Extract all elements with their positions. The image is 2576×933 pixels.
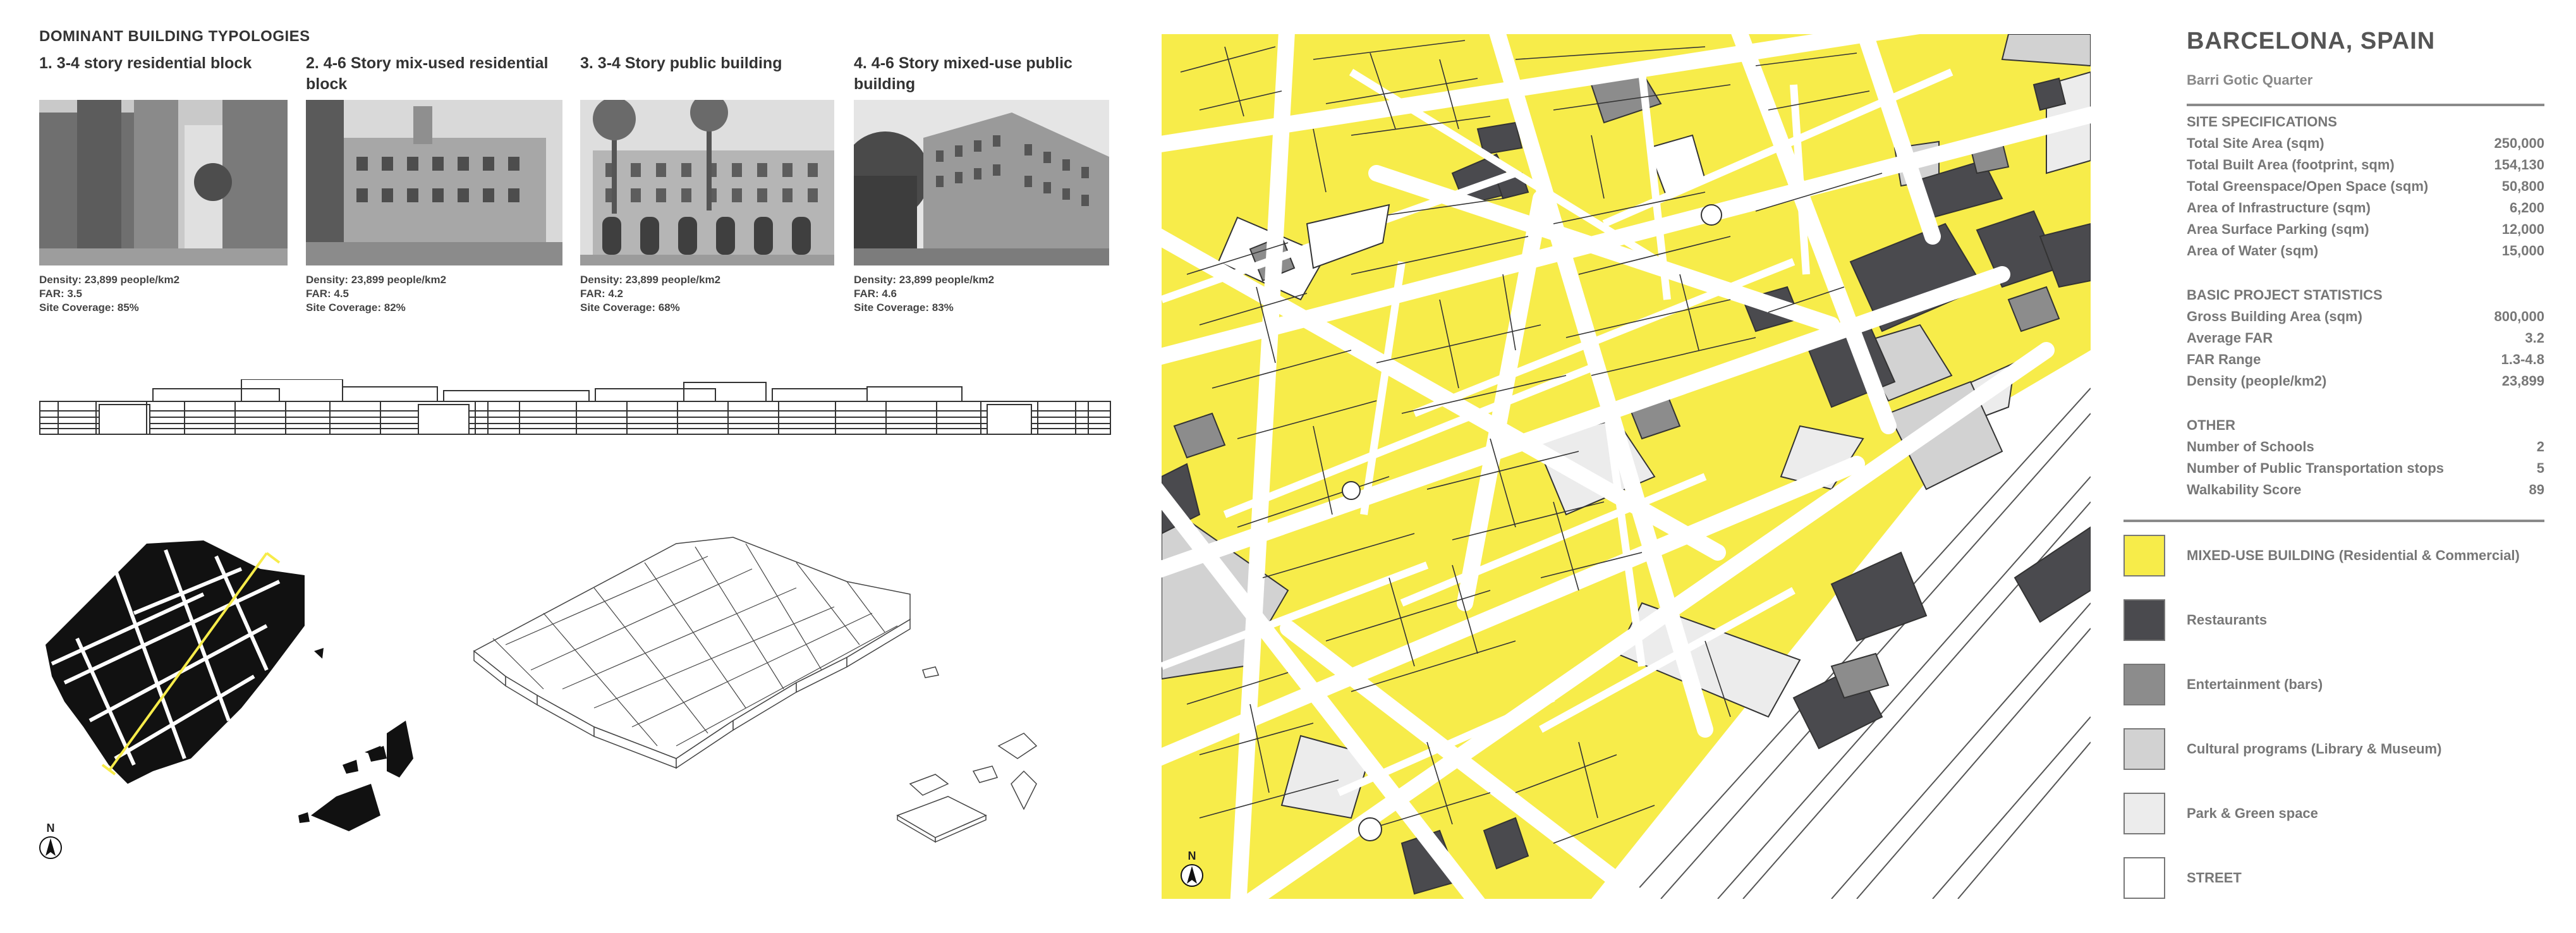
typology-1-stats: Density: 23,899 people/km2 FAR: 3.5 Site… [39, 273, 179, 315]
spec-label: Total Site Area (sqm) [2187, 135, 2324, 151]
other-row: Number of Public Transportation stops 5 [2187, 460, 2544, 482]
north-label-left: N [46, 822, 55, 834]
stat-value: 1.3-4.8 [2501, 351, 2545, 367]
legend-swatch-park [2123, 793, 2165, 834]
spec-row: Total Greenspace/Open Space (sqm) 50,800 [2187, 178, 2544, 200]
spec-label: Total Built Area (footprint, sqm) [2187, 157, 2395, 173]
typology-2-density: Density: 23,899 people/km2 [306, 274, 447, 286]
typology-2-photo [306, 100, 562, 265]
typology-3-stats: Density: 23,899 people/km2 FAR: 4.2 Site… [580, 273, 720, 315]
stat-label: Density (people/km2) [2187, 373, 2327, 389]
figure-ground-map [46, 540, 413, 831]
typology-4-stats: Density: 23,899 people/km2 FAR: 4.6 Site… [854, 273, 994, 315]
typology-4-title-line2: building [854, 75, 916, 93]
street-elevation-drawing [39, 379, 1111, 435]
other-heading: OTHER [2187, 417, 2235, 433]
stat-row: Density (people/km2) 23,899 [2187, 373, 2544, 394]
typology-2-coverage: Site Coverage: 82% [306, 302, 406, 314]
stat-row: Average FAR 3.2 [2187, 330, 2544, 351]
legend-swatch-street [2123, 857, 2165, 899]
divider-top [2187, 104, 2544, 106]
divider-legend [2123, 520, 2544, 522]
typology-4-density: Density: 23,899 people/km2 [854, 274, 995, 286]
typology-4-far: FAR: 4.6 [854, 288, 897, 300]
program-map [1162, 34, 2091, 899]
north-arrow-left-icon [39, 836, 62, 859]
typology-1-far: FAR: 3.5 [39, 288, 83, 300]
spec-value: 250,000 [2494, 135, 2544, 151]
legend-label-street: STREET [2187, 870, 2242, 886]
spec-label: Area of Infrastructure (sqm) [2187, 200, 2371, 216]
stats-heading: BASIC PROJECT STATISTICS [2187, 287, 2383, 303]
other-value: 89 [2529, 482, 2544, 497]
stat-value: 3.2 [2525, 330, 2544, 346]
legend-label-entertainment: Entertainment (bars) [2187, 676, 2323, 692]
typology-4-title: 4. 4-6 Story mixed-use public building [854, 53, 1119, 95]
legend-label-restaurants: Restaurants [2187, 612, 2268, 628]
other-label: Number of Schools [2187, 439, 2314, 454]
spec-row: Total Site Area (sqm) 250,000 [2187, 135, 2544, 157]
specs-heading: SITE SPECIFICATIONS [2187, 114, 2337, 130]
legend-label-park: Park & Green space [2187, 805, 2318, 821]
typologies-heading: DOMINANT BUILDING TYPOLOGIES [39, 28, 310, 45]
typology-2-stats: Density: 23,899 people/km2 FAR: 4.5 Site… [306, 273, 446, 315]
site-subtitle: Barri Gotic Quarter [2187, 72, 2313, 88]
typology-1-photo [39, 100, 288, 265]
stat-value: 23,899 [2501, 373, 2544, 389]
legend-swatch-restaurants [2123, 599, 2165, 641]
north-arrow-map: N [1179, 850, 1205, 891]
spec-label: Area of Water (sqm) [2187, 243, 2319, 259]
axonometric-drawing [473, 537, 1038, 843]
stat-label: Gross Building Area (sqm) [2187, 308, 2362, 324]
site-title: BARCELONA, SPAIN [2187, 28, 2436, 54]
other-value: 5 [2536, 460, 2544, 476]
typology-2-title-line1: 2. 4-6 Story mix-used residential [306, 54, 549, 72]
spec-row: Area Surface Parking (sqm) 12,000 [2187, 221, 2544, 243]
spec-value: 6,200 [2509, 200, 2544, 216]
spec-value: 12,000 [2501, 221, 2544, 237]
spec-label: Area Surface Parking (sqm) [2187, 221, 2369, 237]
other-label: Number of Public Transportation stops [2187, 460, 2445, 476]
stat-label: FAR Range [2187, 351, 2261, 367]
legend-label-mixed-use: MIXED-USE BUILDING (Residential & Commer… [2187, 547, 2520, 563]
typology-3-far: FAR: 4.2 [580, 288, 624, 300]
north-arrow-map-icon [1181, 864, 1203, 887]
stat-label: Average FAR [2187, 330, 2273, 346]
stat-row: FAR Range 1.3-4.8 [2187, 351, 2544, 373]
legend-swatch-entertainment [2123, 664, 2165, 705]
other-row: Number of Schools 2 [2187, 439, 2544, 460]
spec-value: 15,000 [2501, 243, 2544, 259]
typology-4-coverage: Site Coverage: 83% [854, 302, 954, 314]
typology-2-title-line2: block [306, 75, 348, 93]
typology-1-title: 1. 3-4 story residential block [39, 53, 292, 74]
typology-3-photo [580, 100, 834, 265]
typology-3-title: 3. 3-4 Story public building [580, 53, 833, 74]
typology-4-photo [854, 100, 1109, 265]
typology-3-title-line1: 3. 3-4 Story public building [580, 54, 782, 72]
other-row: Walkability Score 89 [2187, 482, 2544, 503]
typology-3-density: Density: 23,899 people/km2 [580, 274, 721, 286]
legend-swatch-cultural [2123, 728, 2165, 770]
typology-2-far: FAR: 4.5 [306, 288, 349, 300]
other-label: Walkability Score [2187, 482, 2302, 497]
legend-swatch-mixed-use [2123, 535, 2165, 576]
typology-1-coverage: Site Coverage: 85% [39, 302, 139, 314]
spec-row: Total Built Area (footprint, sqm) 154,130 [2187, 157, 2544, 178]
typology-1-title-line1: 1. 3-4 story residential block [39, 54, 252, 72]
typology-3-coverage: Site Coverage: 68% [580, 302, 680, 314]
north-label-map: N [1188, 850, 1196, 862]
legend-label-cultural: Cultural programs (Library & Museum) [2187, 741, 2442, 757]
typology-1-density: Density: 23,899 people/km2 [39, 274, 180, 286]
north-arrow-left: N [38, 822, 63, 863]
typology-2-title: 2. 4-6 Story mix-used residential block [306, 53, 565, 95]
other-value: 2 [2536, 439, 2544, 454]
spec-value: 50,800 [2501, 178, 2544, 194]
spec-row: Area of Water (sqm) 15,000 [2187, 243, 2544, 264]
stat-row: Gross Building Area (sqm) 800,000 [2187, 308, 2544, 330]
spec-row: Area of Infrastructure (sqm) 6,200 [2187, 200, 2544, 221]
stat-value: 800,000 [2494, 308, 2544, 324]
spec-label: Total Greenspace/Open Space (sqm) [2187, 178, 2429, 194]
typology-4-title-line1: 4. 4-6 Story mixed-use public [854, 54, 1072, 72]
spec-value: 154,130 [2494, 157, 2544, 173]
